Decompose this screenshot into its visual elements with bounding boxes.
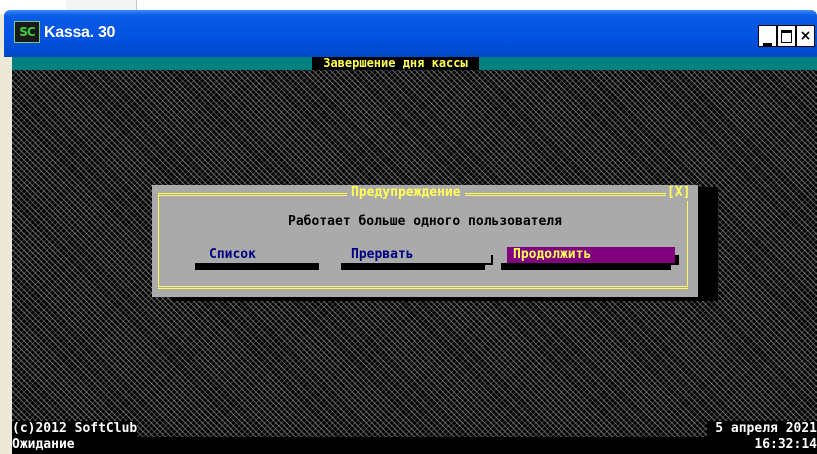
abort-button-shadow: [341, 263, 485, 270]
maximize-icon: [781, 29, 792, 43]
continue-button-shadow: [501, 263, 671, 270]
time-text: 16:32:14: [754, 437, 817, 453]
minimize-button[interactable]: [758, 25, 777, 47]
app-window: SC Kassa. 30 × Завершение дня кассы Пред…: [4, 10, 817, 454]
list-button-shadow: [195, 263, 319, 270]
continue-button[interactable]: Продолжить: [507, 247, 675, 263]
close-button[interactable]: ×: [796, 25, 815, 47]
header-bar: Завершение дня кассы: [12, 57, 817, 70]
screen-title: Завершение дня кассы: [312, 57, 479, 70]
warning-dialog: Предупреждение [X] Работает больше одног…: [152, 185, 698, 297]
window-title: Kassa. 30: [44, 24, 116, 41]
dialog-frame: [158, 193, 688, 289]
copyright-text: (c)2012 SoftClub: [12, 421, 138, 437]
status-line-2: Ожидание 16:32:14: [12, 437, 817, 454]
date-text: 5 апреля 2021: [707, 421, 817, 437]
minimize-icon: [763, 43, 772, 46]
list-button[interactable]: Список: [203, 247, 323, 263]
app-icon: SC: [14, 21, 40, 43]
dialog-message: Работает больше одного пользователя: [288, 214, 562, 229]
title-bar[interactable]: SC Kassa. 30 ×: [4, 10, 817, 57]
status-state: Ожидание: [12, 437, 817, 454]
console-area: Завершение дня кассы Предупреждение [X] …: [12, 57, 817, 454]
status-line-1: (c)2012 SoftClub 5 апреля 2021: [12, 421, 817, 437]
dialog-close-button[interactable]: [X]: [666, 185, 692, 201]
maximize-button[interactable]: [777, 25, 796, 47]
close-icon: ×: [799, 28, 812, 44]
abort-button[interactable]: Прервать: [345, 247, 491, 263]
dialog-title: Предупреждение: [347, 185, 465, 201]
